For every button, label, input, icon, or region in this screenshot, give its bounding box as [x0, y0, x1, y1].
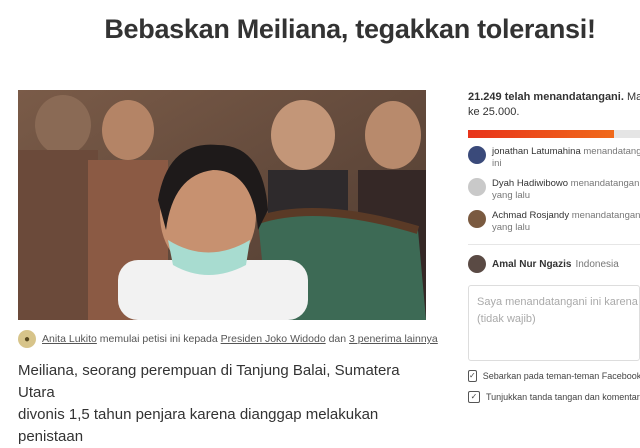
signer-name: Achmad Rosjandy: [492, 210, 570, 221]
signer-time: ini: [492, 158, 502, 169]
signer-action: menandatangan: [583, 146, 640, 157]
checkbox-label: Sebarkan pada teman-teman Facebook: [482, 371, 640, 381]
signer-text: Achmad Rosjandy menandatangan yang lalu: [492, 210, 640, 234]
target-link[interactable]: Presiden Joko Widodo: [221, 333, 326, 345]
comment-placeholder-optional: (tidak wajib): [477, 313, 536, 325]
starter-avatar-icon: ●: [18, 330, 36, 348]
user-name: Amal Nur Ngazis: [492, 258, 572, 270]
signature-count-rest: Ma: [626, 91, 640, 103]
signature-progress-bar: [468, 130, 640, 138]
signer-name: jonathan Latumahina: [492, 146, 581, 157]
signature-count-bold: 21.249 telah menandatangani.: [468, 91, 624, 103]
description-line: Meiliana, seorang perempuan di Tanjung B…: [18, 362, 400, 401]
byline-text: memulai petisi ini kepada: [96, 333, 221, 345]
comment-placeholder: Saya menandatangani ini karena: [477, 296, 638, 308]
comment-textarea[interactable]: Saya menandatangani ini karena (tidak wa…: [468, 285, 640, 361]
signer-text: Dyah Hadiwibowo menandatangan yang lalu: [492, 178, 639, 202]
share-option[interactable]: ✓ Tunjukkan tanda tangan dan komentar: [468, 391, 640, 403]
signer-time: yang lalu: [492, 222, 531, 233]
petition-description: Meiliana, seorang perempuan di Tanjung B…: [18, 360, 438, 448]
signer-row: Achmad Rosjandy menandatangan yang lalu: [468, 210, 640, 234]
recent-signers-list: jonathan Latumahina menandatangan ini Dyah…: [468, 146, 640, 234]
signer-avatar: [468, 146, 486, 164]
progress-fill: [468, 130, 615, 138]
checkbox[interactable]: ✓: [468, 391, 480, 403]
share-options: ✓ Sebarkan pada teman-teman Facebook ✓ Tunj…: [468, 370, 640, 403]
divider: [468, 244, 640, 245]
signer-avatar: [468, 210, 486, 228]
signer-row: Dyah Hadiwibowo menandatangan yang lalu: [468, 178, 640, 202]
petition-photo: [18, 90, 426, 320]
signature-count: 21.249 telah menandatangani. Ma: [468, 90, 640, 105]
user-avatar: [468, 255, 486, 273]
byline-and: dan: [325, 333, 350, 345]
current-user: Amal Nur Ngazis Indonesia: [468, 255, 640, 273]
signer-time: yang lalu: [492, 190, 531, 201]
signature-goal: ke 25.000.: [468, 106, 520, 118]
signer-name: Dyah Hadiwibowo: [492, 178, 569, 189]
petition-byline: ● Anita Lukito memulai petisi ini kepada…: [18, 330, 438, 348]
signature-panel: 21.249 telah menandatangani. Ma ke 25.00…: [468, 90, 640, 403]
other-recipients-link[interactable]: 3 penerima lainnya: [349, 333, 438, 345]
starter-link[interactable]: Anita Lukito: [42, 333, 97, 345]
signer-avatar: [468, 178, 486, 196]
share-option[interactable]: ✓ Sebarkan pada teman-teman Facebook: [468, 370, 640, 382]
checkbox[interactable]: ✓: [468, 370, 477, 382]
courtroom-photo: [18, 90, 426, 320]
user-location: Indonesia: [575, 258, 619, 270]
petition-title: Bebaskan Meiliana, tegakkan toleransi!: [104, 14, 596, 44]
signer-text: jonathan Latumahina menandatangan ini: [492, 146, 640, 170]
description-line: divonis 1,5 tahun penjara karena diangga…: [18, 406, 379, 445]
signer-action: menandatangan: [568, 178, 640, 189]
signer-row: jonathan Latumahina menandatangan ini: [468, 146, 640, 170]
signer-action: menandatangan: [569, 210, 640, 221]
